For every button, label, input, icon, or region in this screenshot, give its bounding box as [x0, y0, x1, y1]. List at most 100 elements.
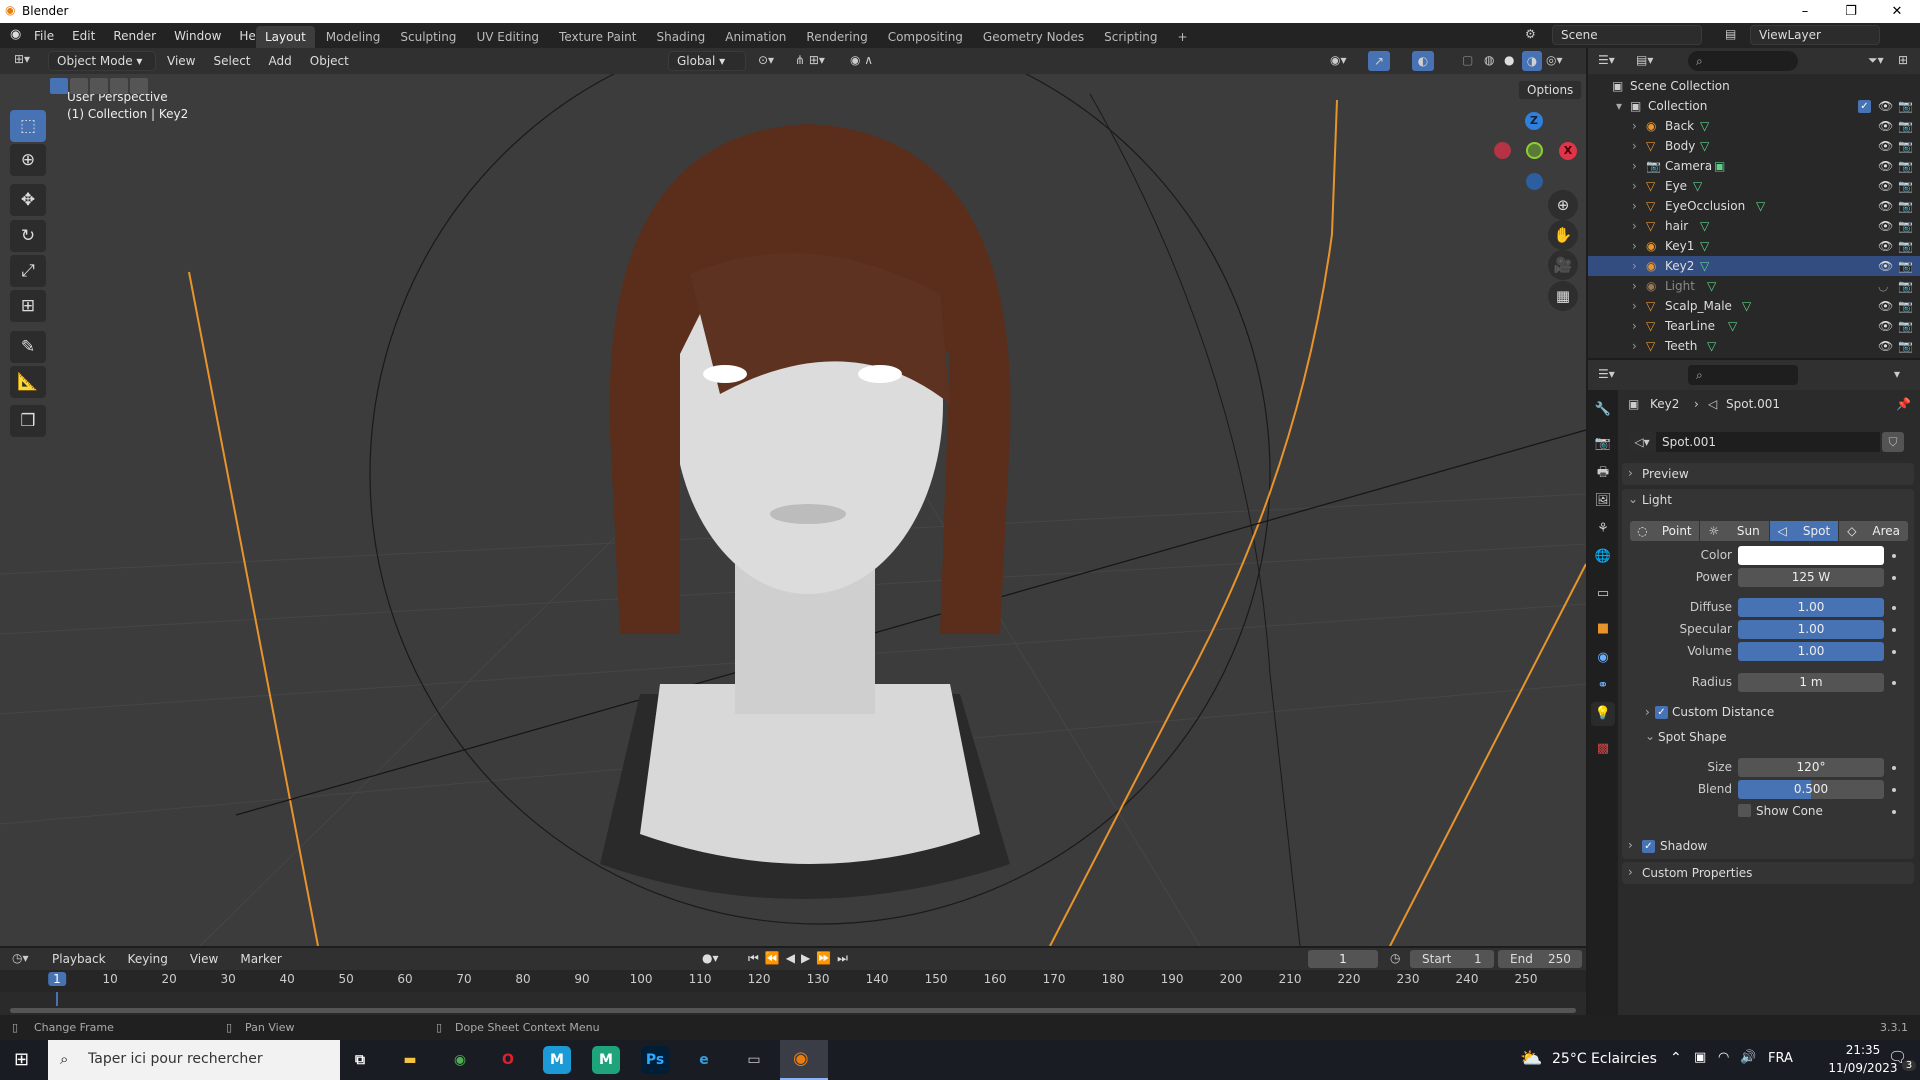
light-type-sun-button[interactable]: ☼ Sun [1699, 521, 1769, 541]
keyframe-dot[interactable] [1892, 681, 1896, 685]
outliner-scene-collection[interactable]: ▣ Scene Collection [1588, 76, 1920, 96]
visibility-eye-icon[interactable]: 👁 [1878, 216, 1893, 236]
output-tab-icon[interactable]: 🖶 [1591, 461, 1615, 485]
color-field[interactable] [1738, 546, 1884, 565]
select-box-tool-icon[interactable]: ⬚ [10, 110, 46, 142]
outliner-row[interactable]: › 📷 Camera ▣ 👁 📷 [1588, 156, 1920, 176]
render-camera-icon[interactable]: 📷 [1898, 256, 1913, 276]
cursor-tool-icon[interactable]: ⊕ [10, 144, 46, 176]
timeline-menu-keying[interactable]: Keying [128, 952, 168, 966]
tab-layout[interactable]: Layout [256, 26, 315, 48]
timeline-menu-marker[interactable]: Marker [240, 952, 281, 966]
outliner-row[interactable]: › ◉ Key1 ▽ 👁 📷 [1588, 236, 1920, 256]
outliner-row[interactable]: › ▽ TearLine ▽ 👁 📷 [1588, 316, 1920, 336]
render-camera-icon[interactable]: 📷 [1898, 116, 1913, 136]
orientation-selector[interactable]: Global ▾ [668, 51, 746, 71]
diffuse-slider[interactable]: 1.00 [1738, 598, 1884, 617]
tab-sculpting[interactable]: Sculpting [391, 26, 465, 48]
weather-text[interactable]: 25°C Eclaircies [1552, 1051, 1657, 1067]
render-camera-icon[interactable]: 📷 [1898, 196, 1913, 216]
outliner-row[interactable]: › ▽ EyeOcclusion ▽ 👁 📷 [1588, 196, 1920, 216]
render-camera-icon[interactable]: 📷 [1898, 136, 1913, 156]
app-window-icon[interactable]: ▭ [740, 1046, 768, 1074]
playhead-line[interactable] [56, 992, 58, 1006]
gizmo-neg-x-axis[interactable] [1494, 142, 1511, 159]
tab-modeling[interactable]: Modeling [317, 26, 390, 48]
expand-chevron-icon[interactable]: › [1632, 296, 1637, 316]
visibility-eye-icon[interactable]: 👁 [1878, 196, 1893, 216]
tool-tab-icon[interactable]: 🔧 [1591, 398, 1615, 422]
preview-panel-header[interactable]: › Preview [1622, 463, 1914, 485]
collapse-chevron-icon[interactable]: ⌄ [1645, 729, 1655, 743]
custom-properties-panel-header[interactable]: › Custom Properties [1622, 862, 1914, 884]
light-type-area-button[interactable]: ◇ Area [1839, 521, 1908, 541]
visibility-eye-icon[interactable]: 👁 [1878, 176, 1893, 196]
collapse-chevron-icon[interactable]: ▾ [1616, 96, 1622, 116]
material-shading-icon[interactable]: ◑ [1522, 51, 1542, 71]
timeline-scrollbar[interactable] [10, 1008, 1576, 1013]
light-type-spot-button[interactable]: ◁ Spot [1769, 521, 1839, 541]
playback-controls[interactable]: ⏮⏪◀▶⏩⏭ [748, 951, 854, 966]
keyframe-dot[interactable] [1892, 788, 1896, 792]
display-mode-icon[interactable]: ▤▾ [1636, 53, 1653, 67]
task-view-icon[interactable]: ⧉ [346, 1046, 374, 1074]
overlay-toggle-icon[interactable]: ◐ [1412, 51, 1434, 71]
visibility-eye-icon[interactable]: 👁 [1878, 256, 1893, 276]
gizmo-x-axis[interactable]: X [1559, 142, 1577, 160]
view-layer-tab-icon[interactable]: 🖼 [1591, 489, 1615, 513]
spot-size-field[interactable]: 120° [1738, 758, 1884, 777]
solid-shading-icon[interactable]: ● [1504, 53, 1514, 67]
timeline-menu-playback[interactable]: Playback [52, 952, 106, 966]
snap-icon[interactable]: ⋔ ⊞▾ [795, 53, 825, 67]
xray-icon[interactable]: ▢ [1462, 53, 1473, 67]
keyframe-dot[interactable] [1892, 766, 1896, 770]
collection-visibility-icon[interactable]: 👁 [1878, 96, 1893, 116]
minimize-button[interactable]: – [1782, 0, 1828, 23]
wireframe-shading-icon[interactable]: ◍ [1484, 53, 1494, 67]
3d-viewport[interactable]: User Perspective (1) Collection | Key2 ⬚… [0, 74, 1586, 946]
menu-file[interactable]: File [34, 29, 54, 43]
outliner-row[interactable]: › ▽ Body ▽ 👁 📷 [1588, 136, 1920, 156]
gizmo-z-axis[interactable]: Z [1525, 112, 1543, 130]
language-indicator[interactable]: FRA [1768, 1051, 1793, 1066]
menu-edit[interactable]: Edit [72, 29, 95, 43]
outliner-row[interactable]: › ▽ Teeth ▽ 👁 📷 [1588, 336, 1920, 356]
tab-rendering[interactable]: Rendering [797, 26, 876, 48]
keyframe-dot[interactable] [1892, 554, 1896, 558]
scene-tab-icon[interactable]: ⚘ [1591, 517, 1615, 541]
outliner-search-input[interactable]: ⌕ [1688, 51, 1798, 71]
viewport-menu-select[interactable]: Select [213, 54, 250, 68]
render-camera-icon[interactable]: 📷 [1898, 336, 1913, 356]
collection-render-icon[interactable]: 📷 [1898, 96, 1913, 116]
add-cube-tool-icon[interactable]: ❒ [10, 405, 46, 437]
render-camera-icon[interactable]: 📷 [1898, 216, 1913, 236]
expand-chevron-icon[interactable]: › [1632, 116, 1637, 136]
radius-field[interactable]: 1 m [1738, 673, 1884, 692]
shadow-panel-header[interactable]: › ✓ Shadow [1622, 835, 1914, 857]
auto-keying-icon[interactable]: ●▾ [702, 951, 719, 965]
maximize-button[interactable]: ❐ [1828, 0, 1874, 23]
camera-view-icon[interactable]: 🎥 [1548, 250, 1578, 280]
preview-range-icon[interactable]: ◷ [1390, 951, 1400, 965]
tab-geometry-nodes[interactable]: Geometry Nodes [974, 26, 1093, 48]
keyframe-dot[interactable] [1892, 810, 1896, 814]
fake-user-shield-icon[interactable]: ⛉ [1882, 432, 1904, 452]
expand-chevron-icon[interactable]: › [1632, 256, 1637, 276]
options-button[interactable]: Options [1518, 80, 1583, 100]
keyframe-dot[interactable] [1892, 628, 1896, 632]
camera-tray-icon[interactable]: ▣ [1694, 1050, 1706, 1065]
viewport-menu-add[interactable]: Add [269, 54, 292, 68]
select-intersect-icon[interactable] [130, 78, 148, 94]
pin-icon[interactable]: 📌 [1896, 397, 1911, 411]
keyframe-dot[interactable] [1892, 576, 1896, 580]
shadow-checkbox[interactable]: ✓ [1642, 840, 1655, 853]
visibility-eye-icon[interactable]: 👁 [1878, 336, 1893, 356]
render-camera-icon[interactable]: 📷 [1898, 316, 1913, 336]
new-collection-icon[interactable]: ⊞ [1898, 53, 1908, 67]
render-camera-icon[interactable]: 📷 [1898, 236, 1913, 256]
custom-distance-checkbox[interactable]: ✓ [1655, 706, 1668, 719]
app-m-blue-icon[interactable]: M [543, 1046, 571, 1074]
menu-window[interactable]: Window [174, 29, 221, 43]
end-frame-field[interactable]: End 250 [1498, 950, 1582, 968]
opera-icon[interactable]: O [494, 1046, 522, 1074]
